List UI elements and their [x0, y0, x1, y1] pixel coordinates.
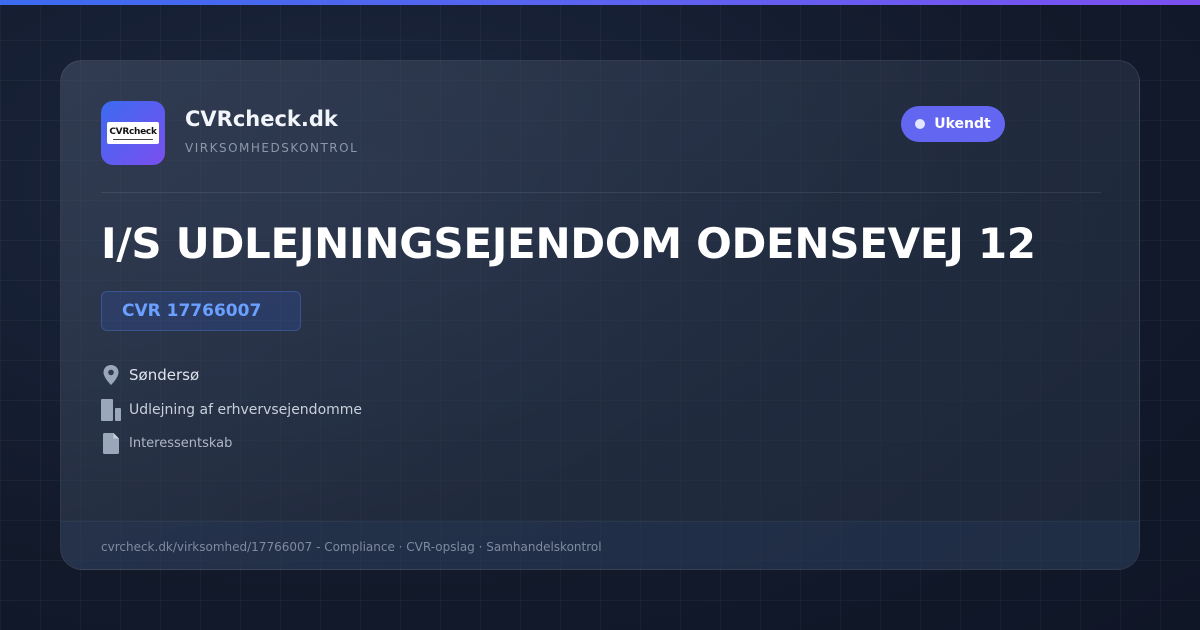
document-icon	[101, 431, 121, 455]
status-badge: Ukendt	[901, 106, 1005, 142]
brand-logo: CVRcheck	[101, 101, 165, 165]
building-icon	[101, 398, 121, 422]
industry-row: Udlejning af erhvervsejendomme	[101, 397, 362, 423]
top-accent-bar	[0, 0, 1200, 5]
location-row: Søndersø	[101, 362, 199, 388]
cvr-number: CVR 17766007	[122, 301, 262, 321]
company-card: CVRcheck CVRcheck.dk VIRKSOMHEDSKONTROL …	[60, 60, 1140, 570]
logo-underline	[113, 138, 153, 140]
brand-tagline: VIRKSOMHEDSKONTROL	[185, 141, 359, 155]
company-type-row: Interessentskab	[101, 430, 232, 456]
brand-name: CVRcheck.dk	[185, 107, 338, 131]
status-label: Ukendt	[934, 116, 991, 132]
status-dot-icon	[915, 119, 926, 129]
card-header: CVRcheck CVRcheck.dk VIRKSOMHEDSKONTROL …	[101, 101, 1101, 165]
industry-text: Udlejning af erhvervsejendomme	[129, 402, 363, 418]
cvr-badge: CVR 17766007	[101, 291, 301, 331]
location-text: Søndersø	[129, 366, 200, 384]
map-pin-icon	[101, 363, 121, 387]
logo-image: CVRcheck	[107, 122, 159, 144]
company-type-text: Interessentskab	[129, 435, 233, 451]
company-name: I/S UDLEJNINGSEJENDOM ODENSEVEJ 12	[101, 219, 1036, 268]
footer-url-text: cvrcheck.dk/virksomhed/17766007 - Compli…	[101, 539, 602, 554]
logo-text: CVRcheck	[109, 126, 157, 137]
header-divider	[101, 192, 1101, 193]
card-footer: cvrcheck.dk/virksomhed/17766007 - Compli…	[61, 521, 1139, 569]
